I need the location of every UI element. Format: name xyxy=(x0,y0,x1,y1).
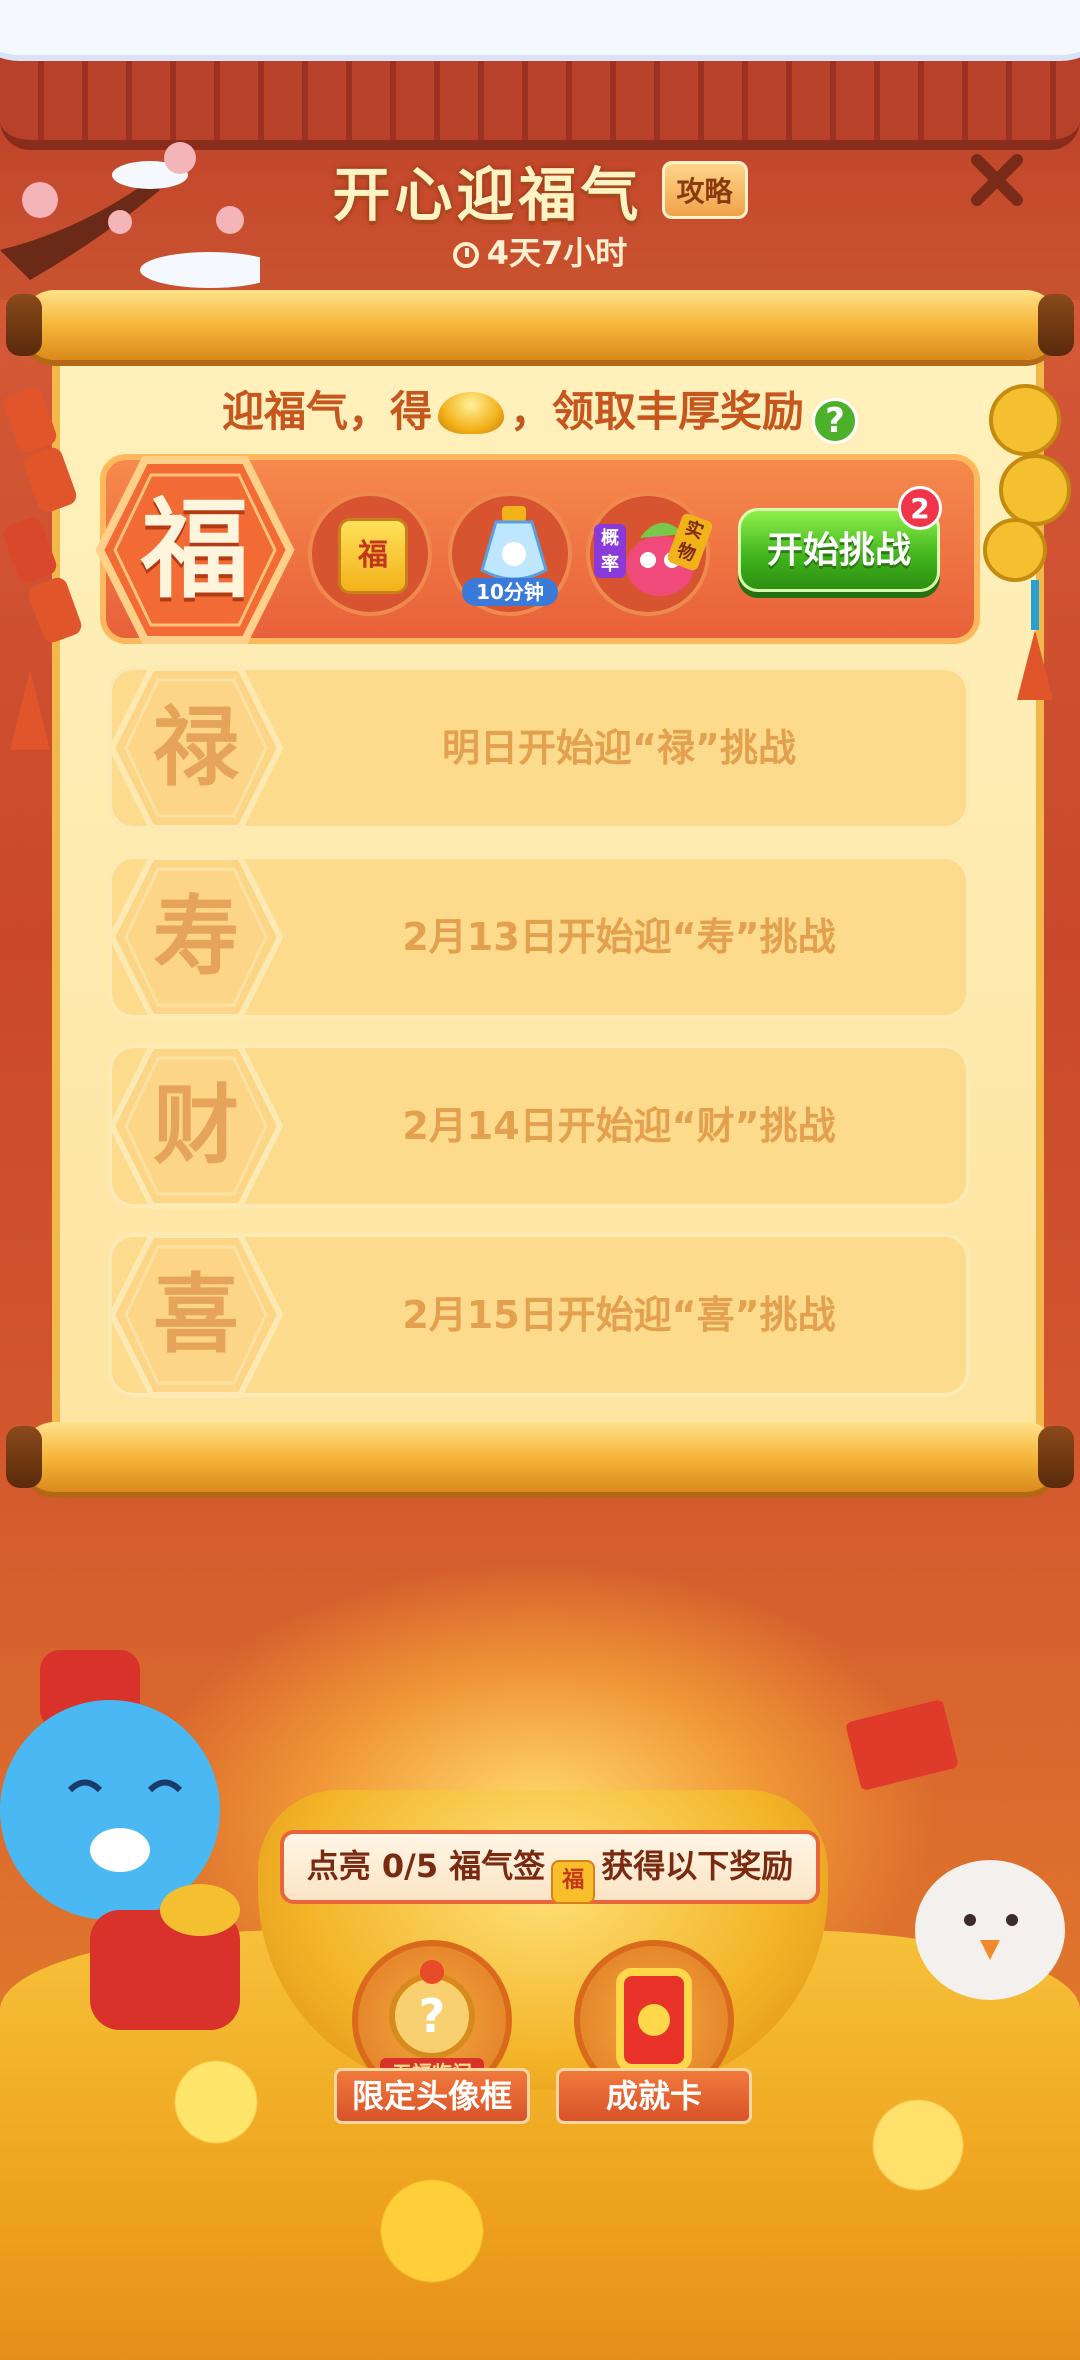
page-title: 开心迎福气 xyxy=(332,161,643,229)
scroll-subtitle: 迎福气，得 ，领取丰厚奖励? xyxy=(0,378,1080,444)
reward-slot-3[interactable]: 概率 实物 xyxy=(586,492,714,616)
fu-character: 福 xyxy=(140,487,249,613)
reward-slot-1[interactable]: 福 xyxy=(308,492,432,616)
countdown: 4天7小时 xyxy=(0,228,1080,274)
upcoming-challenge-text: 2月13日开始迎“寿”挑战 xyxy=(402,915,836,959)
fu-mini-icon: 福 xyxy=(551,1860,596,1904)
notification-badge: 2 xyxy=(898,486,942,530)
locked-character-badge: 寿 xyxy=(106,851,286,1023)
avatar-frame-icon: ? xyxy=(389,1960,475,2059)
locked-character-badge: 禄 xyxy=(106,662,286,834)
guide-button[interactable]: 攻略 xyxy=(661,161,748,219)
locked-character: 寿 xyxy=(153,886,239,987)
upcoming-challenge-text: 2月14日开始迎“财”挑战 xyxy=(402,1104,836,1148)
scroll-bottom-rod xyxy=(6,1422,1074,1492)
help-icon[interactable]: ? xyxy=(812,398,859,444)
potion-duration: 10分钟 xyxy=(462,578,558,606)
locked-character: 财 xyxy=(153,1075,239,1176)
achievement-card-label: 成就卡 xyxy=(556,2068,752,2124)
scroll-top-rod xyxy=(6,290,1074,360)
close-icon[interactable] xyxy=(965,148,1029,212)
progress-banner: 点亮 0/5 福气签福获得以下奖励 xyxy=(280,1830,820,1904)
clock-icon xyxy=(452,242,479,268)
roof-snow xyxy=(0,0,1080,55)
locked-character-badge: 喜 xyxy=(106,1229,286,1401)
reward-slot-2[interactable]: 10分钟 xyxy=(448,492,572,616)
svg-text:?: ? xyxy=(419,1989,446,2043)
potion-icon xyxy=(480,506,548,581)
subtitle-text-end: ，领取丰厚奖励 xyxy=(510,387,805,436)
locked-character: 禄 xyxy=(153,697,239,798)
mascot-icon xyxy=(0,1650,240,2030)
spring-sign-icon xyxy=(846,1700,958,1790)
progress-suffix: 获得以下奖励 xyxy=(601,1847,794,1885)
chick-icon xyxy=(915,1860,1065,2000)
countdown-text: 4天7小时 xyxy=(486,234,628,272)
progress-count: 0/5 xyxy=(381,1847,439,1885)
locked-character-badge: 财 xyxy=(106,1040,286,1212)
achievement-card-icon xyxy=(616,1968,692,2072)
subtitle-text-start: 迎福气，得 xyxy=(221,387,432,436)
gold-ingot-icon xyxy=(438,392,504,434)
upcoming-challenge-text: 2月15日开始迎“喜”挑战 xyxy=(402,1293,836,1337)
progress-prefix: 点亮 xyxy=(306,1847,371,1885)
fu-badge: 福 xyxy=(95,455,295,645)
fu-card-icon: 福 xyxy=(338,518,408,594)
locked-character: 喜 xyxy=(153,1264,239,1365)
upcoming-challenge-text: 明日开始迎“禄”挑战 xyxy=(442,726,796,770)
avatar-frame-label: 限定头像框 xyxy=(334,2068,530,2124)
progress-item: 福气签 xyxy=(449,1847,546,1885)
header-title-row: 开心迎福气 攻略 xyxy=(0,148,1080,232)
